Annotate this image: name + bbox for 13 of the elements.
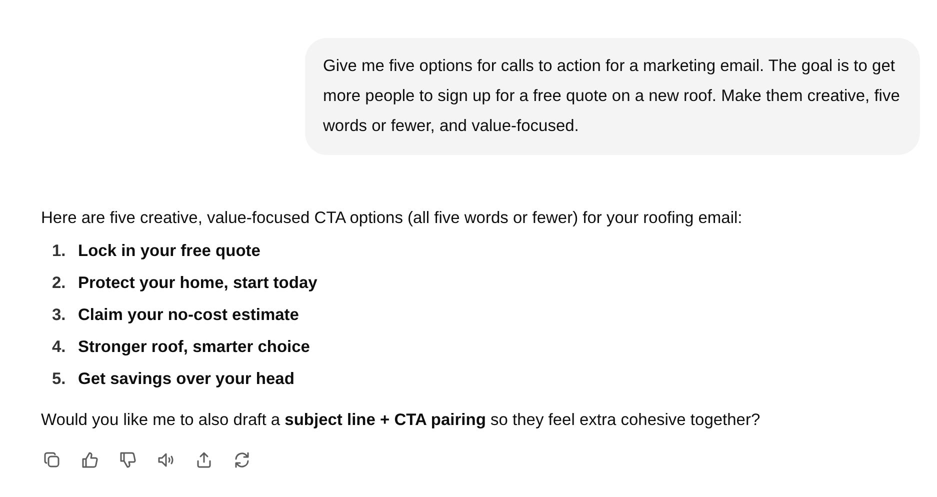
list-number: 5. [52, 369, 67, 390]
response-closing: Would you like me to also draft a subject line + CTA pairing so they feel extra cohesive together? [41, 410, 762, 431]
list-number: 3. [52, 305, 67, 326]
cta-option: Protect your home, start today [78, 267, 318, 299]
list-number: 4. [52, 337, 67, 358]
user-message: Give me five options for calls to action for a marketing email. The goal is to get more people to sign up for a free quote on a new roof. Make them creative, five words or fewer, and value-focused. [305, 38, 920, 155]
list-number: 1. [52, 241, 67, 262]
cta-option: Stronger roof, smarter choice [78, 331, 310, 363]
list-number: 2. [52, 273, 67, 294]
response-intro: Here are five creative, value-focused CTA options (all five words or fewer) for your roofing email: [41, 208, 744, 229]
cta-option: Lock in your free quote [78, 235, 260, 267]
cta-option: Claim your no-cost estimate [78, 299, 299, 331]
cta-option: Get savings over your head [78, 363, 294, 395]
